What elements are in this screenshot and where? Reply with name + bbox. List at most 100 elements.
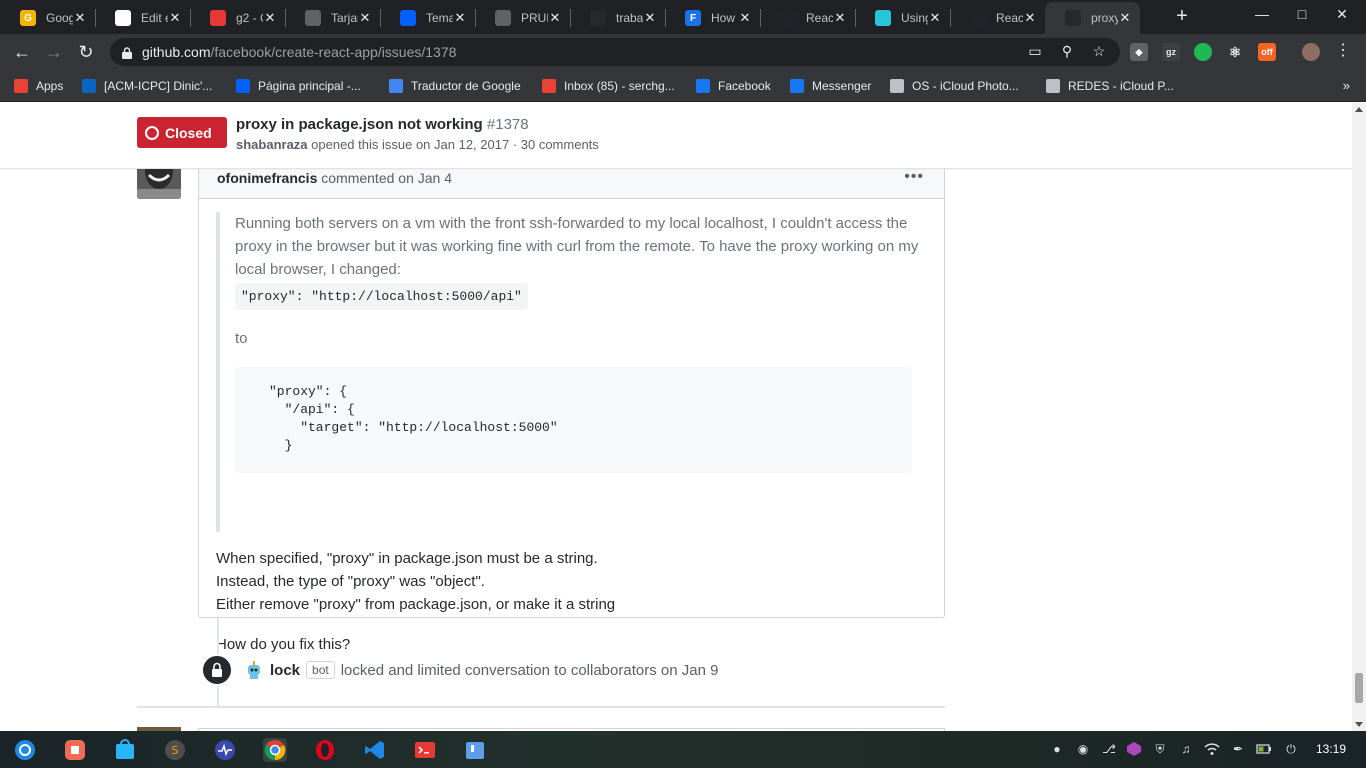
page-scrollbar[interactable] (1352, 103, 1366, 731)
minimize-window-icon[interactable]: — (1252, 6, 1272, 22)
tab-close-icon[interactable]: ✕ (1023, 10, 1037, 26)
usb-tray-icon[interactable]: ⎇ (1101, 741, 1117, 757)
back-arrow-icon[interactable]: ← (11, 41, 33, 63)
tab-close-icon[interactable]: ✕ (928, 10, 942, 26)
comment-options-icon[interactable]: ••• (904, 168, 924, 186)
tab-close-icon[interactable]: ✕ (73, 10, 87, 26)
terminal-icon[interactable] (413, 738, 437, 762)
maximize-window-icon[interactable]: □ (1292, 6, 1312, 22)
bookmarks-bar: Apps [ACM-ICPC] Dinic'... Página principal… (0, 70, 1366, 102)
tab-close-icon[interactable]: ✕ (738, 10, 752, 26)
tab-close-icon[interactable]: ✕ (168, 10, 182, 26)
tab-close-icon[interactable]: ✕ (358, 10, 372, 26)
volume-icon[interactable]: ♫ (1178, 741, 1194, 757)
browser-tab[interactable]: React✕ (950, 2, 1045, 34)
git-zip-extension-icon[interactable]: gz (1162, 43, 1180, 61)
browser-tab[interactable]: React✕ (760, 2, 855, 34)
scroll-down-arrow-icon[interactable] (1355, 722, 1363, 727)
bot-avatar-icon[interactable] (244, 660, 264, 680)
browser-tab[interactable]: PRUE✕ (475, 2, 570, 34)
issue-number: #1378 (486, 116, 529, 133)
browser-tab[interactable]: Using✕ (855, 2, 950, 34)
bookmark-item[interactable]: [ACM-ICPC] Dinic'... (82, 77, 212, 95)
wifi-icon[interactable] (1204, 741, 1220, 757)
grammarly-extension-icon[interactable] (1194, 43, 1212, 61)
browser-tab[interactable]: Edit e✕ (95, 2, 190, 34)
file-manager-icon[interactable] (463, 738, 487, 762)
bookmark-item[interactable]: Página principal -... (236, 77, 361, 95)
react-devtools-icon[interactable]: ⚛ (1226, 43, 1244, 61)
bookmark-item[interactable]: REDES - iCloud P... (1046, 77, 1174, 95)
shield-tray-icon[interactable]: ⛨ (1152, 741, 1168, 757)
more-bookmarks-icon[interactable]: » (1343, 78, 1350, 93)
opera-icon[interactable] (313, 738, 337, 762)
browser-tab[interactable]: trabaj✕ (570, 2, 665, 34)
error-line-1: When specified, "proxy" in package.json … (216, 550, 598, 567)
comment-blockquote: Running both servers on a vm with the fr… (216, 212, 928, 532)
bookmark-item[interactable]: Facebook (696, 77, 771, 95)
tab-close-icon[interactable]: ✕ (453, 10, 467, 26)
tab-title: How t (711, 11, 738, 25)
comment-timestamp[interactable]: commented on Jan 4 (317, 170, 452, 186)
close-window-icon[interactable]: ✕ (1332, 6, 1352, 23)
issue-state-label: Closed (165, 124, 212, 141)
tab-favicon-icon (780, 10, 796, 26)
browser-tab-active[interactable]: proxy ✕ (1045, 2, 1140, 34)
bookmark-item[interactable]: Messenger (790, 77, 871, 95)
zoom-icon[interactable]: ⚲ (1058, 42, 1076, 60)
tab-close-icon[interactable]: ✕ (263, 10, 277, 26)
issue-sticky-header: Closed proxy in package.json not working… (0, 103, 1352, 169)
vscode-icon[interactable] (363, 738, 387, 762)
tab-favicon-icon (210, 10, 226, 26)
tab-close-icon[interactable]: ✕ (1118, 10, 1132, 26)
browser-tab[interactable]: g2 - C✕ (190, 2, 285, 34)
issue-title: proxy in package.json not working #1378 (236, 116, 529, 133)
pen-tray-icon[interactable]: ✒ (1230, 741, 1246, 757)
bookmark-item[interactable]: Apps (14, 77, 63, 95)
issue-author-link[interactable]: shabanraza (236, 137, 308, 152)
scrollbar-thumb[interactable] (1355, 673, 1363, 703)
new-tab-button[interactable]: + (1172, 6, 1192, 27)
browser-tab[interactable]: Tema ✕ (380, 2, 475, 34)
offline-extension-icon[interactable]: off (1258, 43, 1276, 61)
app-tray-icon[interactable] (1126, 741, 1142, 757)
issue-meta: shabanraza opened this issue on Jan 12, … (236, 137, 599, 152)
browser-menu-icon[interactable]: ⋮ (1334, 42, 1352, 60)
url-text: github.com/facebook/create-react-app/iss… (142, 44, 456, 60)
taskbar-clock[interactable]: 13:19 (1316, 742, 1346, 756)
tab-close-icon[interactable]: ✕ (548, 10, 562, 26)
scroll-up-arrow-icon[interactable] (1355, 107, 1363, 112)
address-bar[interactable]: github.com/facebook/create-react-app/iss… (110, 38, 1120, 66)
browser-tab[interactable]: G Googl✕ (0, 2, 95, 34)
bookmark-star-icon[interactable]: ☆ (1090, 42, 1108, 60)
sublime-text-icon[interactable]: S (163, 738, 187, 762)
inline-code-snippet: "proxy": "http://localhost:5000/api" (235, 283, 528, 310)
tab-close-icon[interactable]: ✕ (643, 10, 657, 26)
browser-tab[interactable]: F How t✕ (665, 2, 760, 34)
bookmark-item[interactable]: Inbox (85) - serchg... (542, 77, 675, 95)
extension-puzzle-icon[interactable]: ◆ (1130, 43, 1148, 61)
reload-icon[interactable]: ↻ (75, 41, 97, 63)
tab-close-icon[interactable]: ✕ (833, 10, 847, 26)
app-store-icon[interactable] (113, 738, 137, 762)
tab-title: React (806, 11, 833, 25)
sync-tray-icon[interactable]: ◉ (1075, 741, 1091, 757)
cast-icon[interactable]: ▭ (1026, 42, 1044, 60)
chat-tray-icon[interactable]: ● (1049, 741, 1065, 757)
comment-author-link[interactable]: ofonimefrancis (217, 170, 317, 186)
tab-title: g2 - C (236, 11, 263, 25)
tab-favicon-icon: F (685, 10, 701, 26)
chrome-icon[interactable] (263, 738, 287, 762)
bot-label: bot (306, 661, 335, 679)
power-icon[interactable]: ⏻ (1283, 741, 1299, 757)
screen-recorder-icon[interactable] (63, 738, 87, 762)
forward-arrow-icon[interactable]: → (43, 41, 65, 63)
launcher-icon[interactable] (13, 738, 37, 762)
battery-icon[interactable] (1256, 741, 1272, 757)
bookmark-item[interactable]: Traductor de Google (389, 77, 521, 95)
browser-tab[interactable]: Tarjan✕ (285, 2, 380, 34)
system-monitor-icon[interactable] (213, 738, 237, 762)
bookmark-item[interactable]: OS - iCloud Photo... (890, 77, 1019, 95)
profile-avatar-icon[interactable] (1302, 43, 1320, 61)
lock-actor-link[interactable]: lock (270, 662, 300, 679)
